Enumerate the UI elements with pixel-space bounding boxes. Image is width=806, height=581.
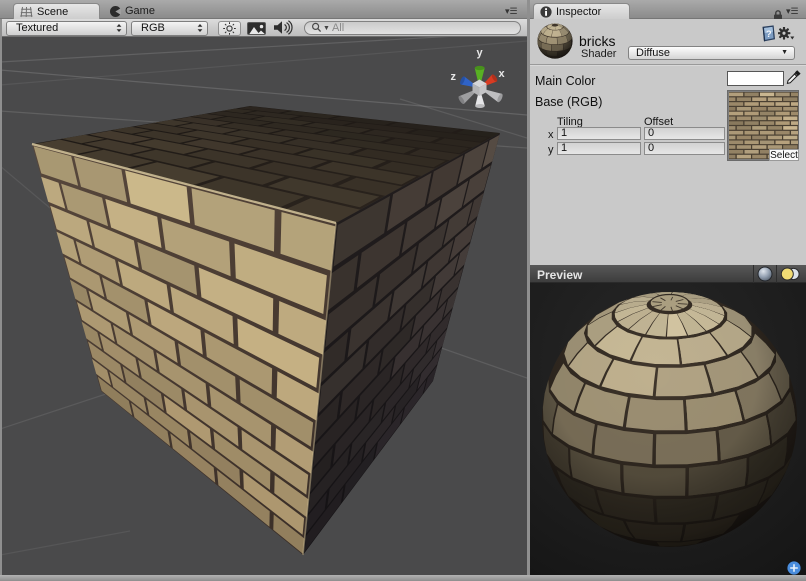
svg-text:x: x [499,68,506,80]
svg-text:z: z [451,71,457,83]
svg-text:?: ? [766,29,772,40]
svg-text:y: y [477,47,484,59]
